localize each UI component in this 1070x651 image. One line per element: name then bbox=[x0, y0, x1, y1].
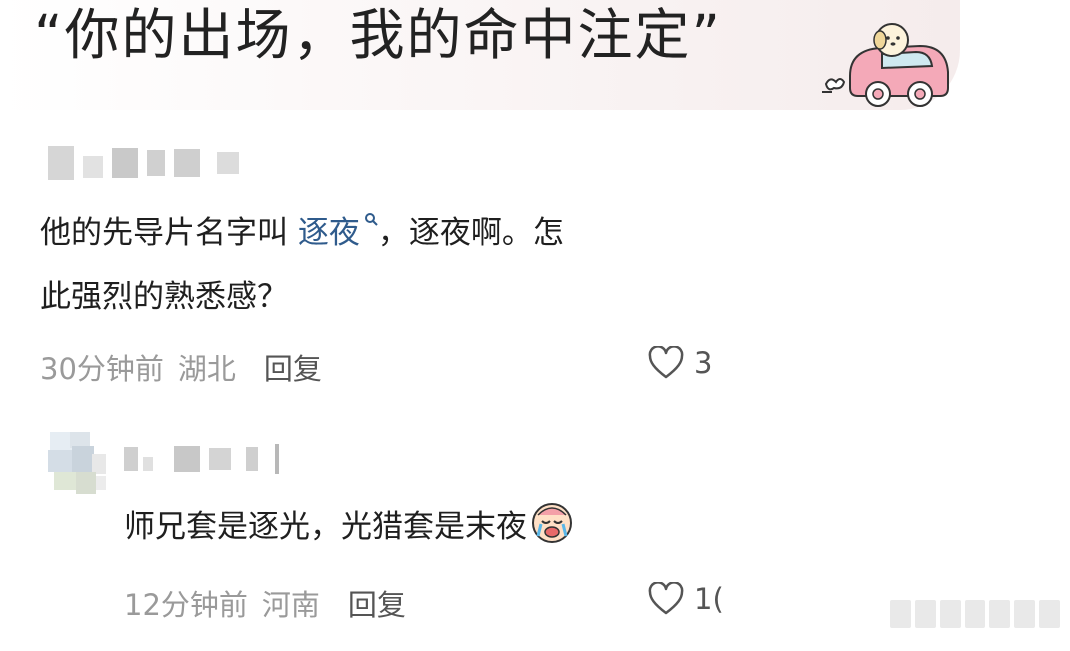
comment-meta: 30分钟前 湖北 回复 bbox=[40, 346, 322, 388]
comment-text: 他的先导片名字叫 逐夜 ，逐夜啊。怎 bbox=[40, 204, 564, 262]
watermark bbox=[890, 600, 1061, 628]
comment-text-segment: ，逐夜啊。怎 bbox=[377, 215, 564, 251]
comment-text: 师兄套是逐光，光猎套是末夜 bbox=[124, 498, 575, 556]
like-count: 1( bbox=[694, 582, 724, 616]
reply-button[interactable]: 回复 bbox=[348, 582, 406, 624]
crying-emoji-icon bbox=[532, 503, 572, 543]
like-button[interactable]: 1( bbox=[648, 582, 724, 616]
like-count: 3 bbox=[694, 346, 713, 380]
comment-time: 30分钟前 bbox=[40, 352, 164, 386]
comment-text-segment: 他的先导片名字叫 bbox=[40, 215, 298, 251]
comment-text-line2: 此强烈的熟悉感？ bbox=[40, 279, 288, 315]
username-blurred bbox=[124, 444, 279, 474]
comment-location: 湖北 bbox=[177, 352, 236, 386]
search-icon bbox=[364, 213, 378, 226]
comment-location: 河南 bbox=[261, 588, 320, 622]
headline: “你的出场，我的命中注定” bbox=[34, 3, 722, 67]
comment-meta: 12分钟前 河南 回复 bbox=[124, 582, 406, 624]
comment-time: 12分钟前 bbox=[124, 588, 248, 622]
topic-link[interactable]: 逐夜 bbox=[298, 215, 360, 251]
like-button[interactable]: 3 bbox=[648, 346, 712, 380]
reply-button[interactable]: 回复 bbox=[264, 346, 322, 388]
car-sticker-icon bbox=[822, 23, 949, 107]
heart-icon[interactable] bbox=[648, 582, 684, 616]
username-blurred bbox=[48, 146, 239, 180]
comment-text-segment: 师兄套是逐光，光猎套是末夜 bbox=[124, 509, 527, 545]
heart-icon[interactable] bbox=[648, 346, 684, 380]
avatar[interactable] bbox=[44, 428, 114, 498]
